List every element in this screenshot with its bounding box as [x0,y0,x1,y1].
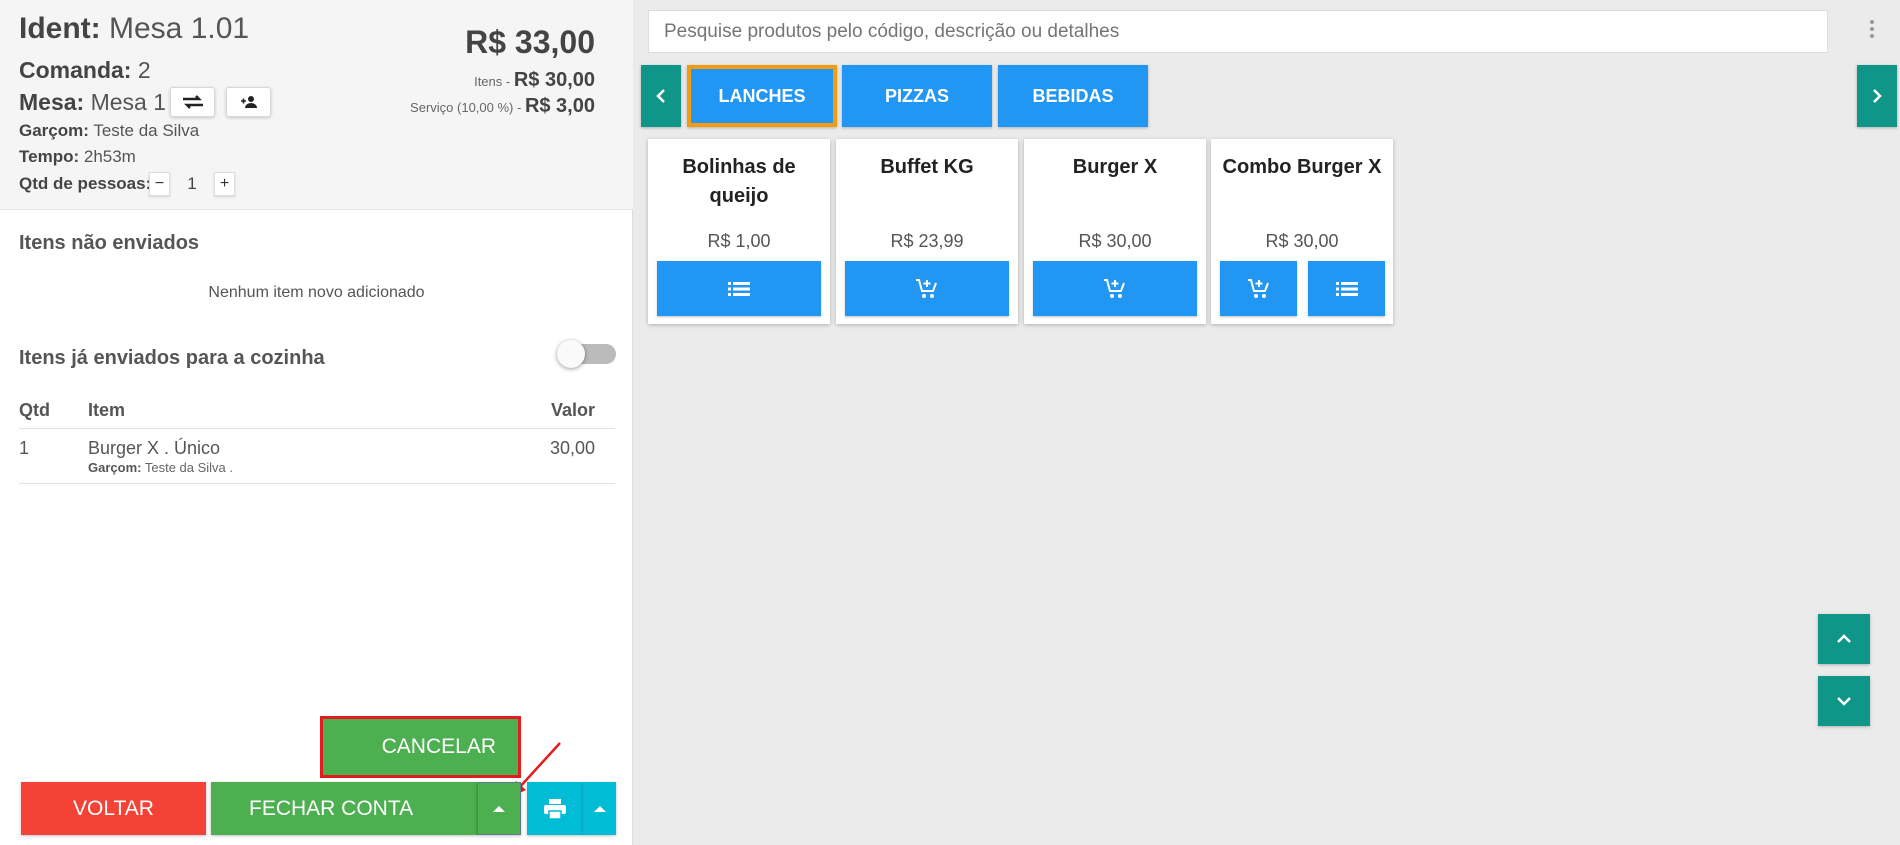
comanda: Comanda: 2 [19,57,151,84]
row-item: Burger X . Único [88,438,221,458]
row-garcom: Garçom: Teste da Silva . [88,460,233,475]
ident-label: Ident: [19,12,101,45]
unsent-empty-message: Nenhum item novo adicionado [208,284,425,301]
product-name: Combo Burger X [1222,156,1382,178]
category-next-button[interactable] [1857,65,1897,127]
person-add-icon [240,96,257,108]
sent-items-title: Itens já enviados para a cozinha [19,347,325,369]
chevron-down-icon [1837,697,1851,706]
list-icon [728,281,750,296]
scroll-up-button[interactable] [1818,614,1870,664]
divider [19,428,615,429]
items-subtotal: Itens - R$ 30,00 [474,69,595,92]
mesa-label: Mesa: [19,89,85,115]
toggle-knob [557,340,585,368]
decrease-people-button[interactable]: − [149,172,170,196]
order-total: R$ 33,00 [465,24,595,60]
product-price: R$ 23,99 [890,231,964,251]
product-name: Buffet KG [880,156,974,178]
print-button[interactable] [527,782,583,835]
printer-icon [544,798,566,820]
product-name: Bolinhas de queijo [682,156,796,207]
sent-items-toggle[interactable] [557,340,616,368]
items-subtotal-value: R$ 30,00 [513,69,595,91]
product-card-burger-x[interactable]: Burger X R$ 30,00 [1024,139,1206,324]
more-vert-icon[interactable] [1870,20,1876,41]
garcom-label: Garçom: [19,121,89,140]
category-prev-button[interactable] [641,65,681,127]
tempo-label: Tempo: [19,147,80,166]
unsent-items-title: Itens não enviados [19,232,200,254]
product-card-combo-burger-x[interactable]: Combo Burger X R$ 30,00 [1211,139,1393,324]
service-fee-value: R$ 3,00 [524,95,595,117]
order-header: Ident: Mesa 1.01 Comanda: 2 Mesa: Mesa 1… [0,0,633,210]
comanda-value: 2 [137,57,151,83]
items-subtotal-label: Itens - [474,74,511,89]
caret-up-icon [493,805,505,812]
product-price: R$ 1,00 [707,231,771,251]
row-qtd: 1 [19,438,30,458]
people-count: 1 [187,174,197,193]
product-details-button[interactable] [657,261,821,316]
caret-up-icon [593,805,606,812]
ident: Ident: Mesa 1.01 [19,12,249,46]
row-garcom-value: Teste da Silva . [144,460,234,475]
add-to-cart-button[interactable] [1220,261,1297,316]
ident-value: Mesa 1.01 [109,12,250,45]
product-price: R$ 30,00 [1078,231,1152,251]
increase-people-button[interactable]: + [214,172,235,196]
back-button[interactable]: VOLTAR [21,782,206,835]
add-to-cart-button[interactable] [845,261,1009,316]
product-card-bolinhas[interactable]: Bolinhas de queijo R$ 1,00 [648,139,830,324]
tempo-value: 2h53m [83,147,136,166]
category-tab-bebidas[interactable]: BEBIDAS [998,65,1148,127]
divider [19,483,615,484]
column-item: Item [88,400,126,420]
chevron-right-icon [1873,89,1882,103]
tempo: Tempo: 2h53m [19,147,136,167]
swap-icon [182,95,203,109]
garcom: Garçom: Teste da Silva [19,121,199,141]
cart-add-icon [916,278,937,298]
search-input[interactable] [648,10,1828,53]
column-qtd: Qtd [19,400,50,420]
column-valor: Valor [550,400,595,420]
add-to-cart-button[interactable] [1033,261,1197,316]
mesa-value: Mesa 1 [90,89,167,115]
category-tab-pizzas[interactable]: PIZZAS [842,65,992,127]
scroll-down-button[interactable] [1818,676,1870,726]
transfer-table-button[interactable] [170,87,215,117]
qtd-pessoas-label: Qtd de pessoas: [19,174,152,193]
garcom-value: Teste da Silva [93,121,200,140]
close-account-button[interactable]: FECHAR CONTA [211,782,477,835]
highlight-box [320,716,521,778]
service-fee: Serviço (10,00 %) - R$ 3,00 [410,95,595,118]
product-price: R$ 30,00 [1265,231,1339,251]
chevron-up-icon [1837,634,1851,643]
mesa: Mesa: Mesa 1 [19,89,166,116]
product-details-button[interactable] [1308,261,1385,316]
service-fee-label: Serviço (10,00 %) - [410,100,522,115]
row-garcom-label: Garçom: [88,460,142,475]
chevron-left-icon [656,89,665,103]
category-tab-lanches[interactable]: LANCHES [687,65,837,127]
cart-add-icon [1247,278,1269,298]
order-panel: Ident: Mesa 1.01 Comanda: 2 Mesa: Mesa 1… [0,0,633,845]
print-options-button[interactable] [583,782,616,835]
list-icon [1335,281,1358,296]
add-person-button[interactable] [226,87,271,117]
close-account-options-button[interactable] [477,782,521,835]
product-card-buffet[interactable]: Buffet KG R$ 23,99 [836,139,1018,324]
cart-add-icon [1104,278,1125,298]
comanda-label: Comanda: [19,57,132,83]
row-valor: 30,00 [549,438,595,458]
product-name: Burger X [1072,156,1158,178]
qtd-pessoas: Qtd de pessoas: [19,174,151,194]
